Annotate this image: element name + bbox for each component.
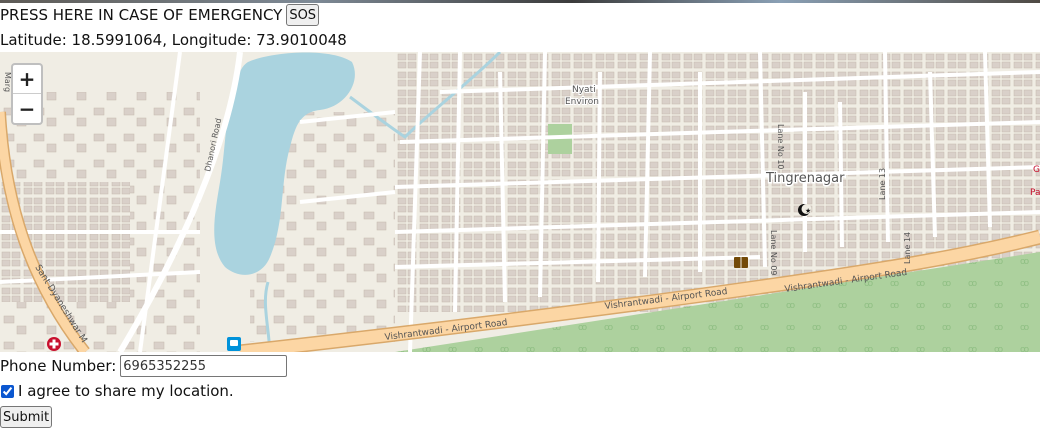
place-label-nyati: Nyati [572, 85, 596, 95]
phone-row: Phone Number: [0, 355, 288, 377]
sos-button[interactable]: SOS [286, 4, 320, 26]
location-coordinates: Latitude: 18.5991064, Longitude: 73.9010… [0, 31, 347, 49]
lane-label-13: Lane 13 [878, 168, 887, 200]
zoom-out-button[interactable]: − [13, 94, 41, 123]
svg-text:G: G [1033, 165, 1040, 175]
agree-row: I agree to share my location. [0, 381, 234, 401]
bus-stop-icon [227, 337, 241, 351]
svg-text:Pa: Pa [1030, 188, 1040, 198]
agree-label: I agree to share my location. [18, 382, 234, 400]
lane-label-09: Lane No 09 [769, 230, 778, 276]
map-tiles: ꝏ [0, 52, 1040, 352]
place-label-tingrenagar: Tingrenagar [765, 171, 845, 186]
zoom-in-button[interactable]: + [13, 65, 41, 94]
mosque-icon: ★ [798, 204, 812, 216]
top-image-strip [0, 0, 1040, 3]
zoom-control: + − [11, 63, 43, 125]
sos-row: PRESS HERE IN CASE OF EMERGENCY SOS [0, 4, 320, 26]
library-icon [734, 257, 748, 268]
lane-label-14: Lane 14 [903, 232, 912, 264]
map-view[interactable]: ꝏ [0, 52, 1040, 352]
lane-label-10: Lane No 10 [776, 124, 785, 170]
submit-button[interactable]: Submit [0, 406, 53, 428]
hospital-icon [47, 337, 61, 351]
phone-input[interactable] [120, 355, 288, 377]
phone-label: Phone Number: [0, 357, 117, 375]
svg-text:★: ★ [805, 207, 811, 215]
agree-checkbox[interactable] [1, 384, 14, 398]
place-label-environ: Environ [565, 97, 599, 107]
sos-prompt: PRESS HERE IN CASE OF EMERGENCY [0, 6, 283, 24]
